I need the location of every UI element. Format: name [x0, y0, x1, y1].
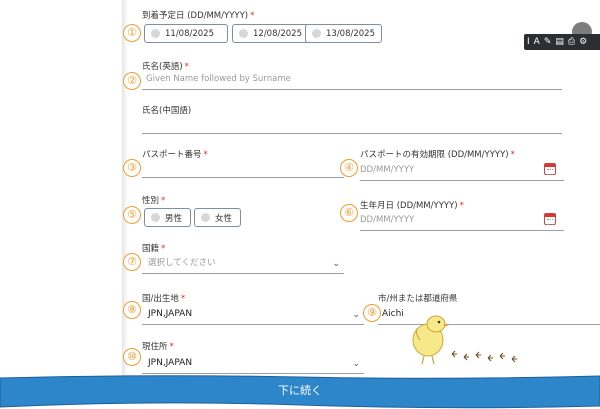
step-number-8: ⑧: [123, 301, 141, 319]
nationality-select[interactable]: 選択してください ⌄: [142, 254, 344, 274]
birthplace-value: JPN,JAPAN: [148, 309, 193, 319]
step-number-10: ⑩: [123, 348, 141, 366]
continue-banner[interactable]: 下に続く: [0, 374, 600, 409]
residence-label-text: 現住所: [142, 342, 168, 352]
step-number-1: ①: [123, 24, 141, 42]
required-mark: *: [161, 196, 166, 206]
radio-icon: [151, 213, 160, 222]
font-icon[interactable]: A: [534, 34, 540, 50]
chevron-down-icon: ⌄: [352, 310, 360, 320]
step-number-4: ④: [340, 159, 358, 177]
name-english-placeholder: Given Name followed by Surname: [146, 74, 291, 84]
annotation-toolbar: I A ✎ ▤ ⎙ ⚙: [524, 34, 600, 50]
gender-label-text: 性別: [142, 196, 160, 206]
left-gutter: [0, 0, 122, 409]
passport-expiry-input[interactable]: DD/MM/YYYY: [360, 158, 564, 181]
gender-option-female[interactable]: 女性: [194, 208, 241, 227]
residence-select[interactable]: JPN,JAPAN ⌄: [142, 352, 364, 374]
radio-icon: [312, 29, 321, 38]
arrival-date-option-1-text: 11/08/2025: [165, 28, 214, 39]
step-number-3: ③: [123, 159, 141, 177]
residence-value: JPN,JAPAN: [148, 358, 193, 368]
note-icon[interactable]: ▤: [555, 34, 564, 50]
arrival-date-option-3-text: 13/08/2025: [326, 28, 375, 39]
birth-date-placeholder: DD/MM/YYYY: [360, 215, 415, 225]
step-number-5: ⑤: [123, 206, 141, 224]
radio-icon: [239, 29, 248, 38]
passport-number-input[interactable]: [142, 158, 344, 178]
required-mark: *: [161, 244, 166, 254]
step-number-7: ⑦: [123, 253, 141, 271]
step-number-2: ②: [123, 72, 141, 90]
nationality-placeholder: 選択してください: [148, 258, 216, 268]
continue-button-label: 下に続く: [278, 384, 322, 397]
calendar-icon[interactable]: [544, 163, 556, 175]
gender-label: 性別 *: [142, 194, 165, 206]
arrival-date-option-2[interactable]: 12/08/2025: [232, 24, 316, 43]
chevron-down-icon: ⌄: [352, 359, 360, 369]
residence-label: 現住所 *: [142, 340, 174, 352]
name-chinese-input[interactable]: [142, 114, 562, 134]
gender-option-male[interactable]: 男性: [144, 208, 191, 227]
arrival-date-label-text: 到着予定日 (DD/MM/YYYY): [142, 11, 249, 21]
arrival-date-option-1[interactable]: 11/08/2025: [144, 24, 228, 43]
settings-icon[interactable]: ⚙: [579, 34, 587, 50]
chick-mascot-illustration: [412, 315, 517, 365]
radio-icon: [151, 29, 160, 38]
required-mark: *: [250, 11, 255, 21]
pen-icon[interactable]: ✎: [544, 34, 552, 50]
gender-option-female-text: 女性: [215, 213, 233, 224]
arrival-date-option-2-text: 12/08/2025: [253, 28, 302, 39]
required-mark: *: [169, 342, 174, 352]
passport-expiry-placeholder: DD/MM/YYYY: [360, 165, 415, 175]
step-number-6: ⑥: [340, 204, 358, 222]
radio-icon: [201, 213, 210, 222]
arrival-date-option-3[interactable]: 13/08/2025: [305, 24, 382, 43]
birthplace-select[interactable]: JPN,JAPAN ⌄: [142, 303, 364, 325]
gender-option-male-text: 男性: [165, 213, 183, 224]
arrival-date-label: 到着予定日 (DD/MM/YYYY) *: [142, 9, 254, 21]
chevron-down-icon: ⌄: [332, 259, 340, 269]
stamp-icon[interactable]: ⎙: [568, 34, 575, 50]
nationality-label-text: 国籍: [142, 244, 160, 254]
application-form: 到着予定日 (DD/MM/YYYY) * ① 11/08/2025 12/08/2…: [123, 0, 600, 380]
birth-date-input[interactable]: DD/MM/YYYY: [360, 208, 564, 231]
text-cursor-icon[interactable]: I: [527, 34, 530, 50]
name-english-input[interactable]: Given Name followed by Surname: [142, 70, 562, 90]
nationality-label: 国籍 *: [142, 242, 165, 254]
calendar-icon[interactable]: [544, 213, 556, 225]
